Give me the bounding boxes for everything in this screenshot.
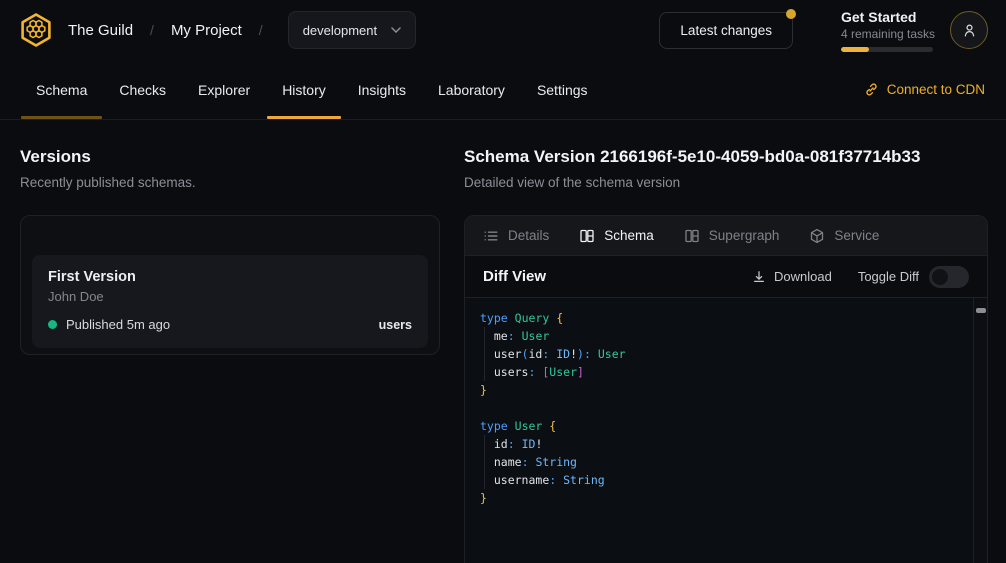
code-line: id: ID! bbox=[480, 435, 967, 453]
nav-tab-laboratory[interactable]: Laboratory bbox=[423, 60, 520, 119]
detail-tab-label: Schema bbox=[604, 228, 654, 243]
main-nav: SchemaChecksExplorerHistoryInsightsLabor… bbox=[0, 60, 1006, 120]
detail-tab-label: Supergraph bbox=[709, 228, 780, 243]
columns-icon bbox=[579, 228, 595, 244]
breadcrumb: The Guild / My Project / development bbox=[68, 11, 416, 49]
diff-view-title: Diff View bbox=[483, 268, 546, 285]
target-dropdown[interactable]: development bbox=[288, 11, 416, 49]
version-list-item[interactable]: First Version John Doe Published 5m ago … bbox=[32, 255, 428, 348]
notification-dot bbox=[786, 9, 796, 19]
detail-tab-label: Details bbox=[508, 228, 549, 243]
get-started-title: Get Started bbox=[841, 9, 938, 25]
download-label: Download bbox=[774, 269, 832, 284]
code-line: type User { bbox=[480, 417, 967, 435]
detail-tab-details[interactable]: Details bbox=[483, 228, 549, 244]
latest-changes-label: Latest changes bbox=[680, 23, 772, 38]
connect-to-cdn-link[interactable]: Connect to CDN bbox=[864, 60, 985, 119]
header-right: Latest changes Get Started 4 remaining t… bbox=[659, 9, 988, 52]
version-meta-row: Published 5m ago users bbox=[48, 317, 412, 332]
nav-tab-checks[interactable]: Checks bbox=[104, 60, 181, 119]
chevron-down-icon bbox=[391, 27, 401, 33]
indent-guide bbox=[484, 327, 485, 381]
progress-fill bbox=[841, 47, 869, 52]
scrollbar-thumb[interactable] bbox=[976, 308, 986, 313]
published-status-dot bbox=[48, 320, 57, 329]
versions-panel: Versions Recently published schemas. Fir… bbox=[20, 147, 440, 355]
code-line: me: User bbox=[480, 327, 967, 345]
avatar-button[interactable] bbox=[950, 11, 988, 49]
diff-actions: Download Toggle Diff bbox=[752, 266, 969, 288]
connect-to-cdn-label: Connect to CDN bbox=[887, 82, 985, 97]
code-line: name: String bbox=[480, 453, 967, 471]
code-line: username: String bbox=[480, 471, 967, 489]
version-name: First Version bbox=[48, 269, 412, 285]
latest-changes-button[interactable]: Latest changes bbox=[659, 12, 793, 49]
indent-guide bbox=[484, 435, 485, 489]
nav-tabs: SchemaChecksExplorerHistoryInsightsLabor… bbox=[21, 60, 603, 119]
service-badge: users bbox=[379, 318, 412, 332]
switch-knob bbox=[932, 269, 948, 285]
detail-tabs: Details Schema Supergraph Service bbox=[465, 216, 987, 256]
toggle-diff-label: Toggle Diff bbox=[858, 269, 919, 284]
code-lines: type Query { me: User user(id: ID!): Use… bbox=[480, 309, 967, 507]
breadcrumb-separator: / bbox=[259, 22, 263, 38]
detail-tab-supergraph[interactable]: Supergraph bbox=[684, 228, 780, 244]
code-line: users: [User] bbox=[480, 363, 967, 381]
link-icon bbox=[864, 82, 879, 97]
code-line: } bbox=[480, 489, 967, 507]
nav-tab-settings[interactable]: Settings bbox=[522, 60, 603, 119]
version-detail-card: Details Schema Supergraph Service Diff View… bbox=[464, 215, 988, 563]
breadcrumb-project[interactable]: My Project bbox=[171, 22, 242, 39]
download-icon bbox=[752, 270, 766, 284]
code-scrollbar[interactable] bbox=[973, 298, 987, 563]
user-icon bbox=[961, 22, 978, 39]
versions-title: Versions bbox=[20, 147, 440, 167]
nav-tab-explorer[interactable]: Explorer bbox=[183, 60, 265, 119]
version-detail-panel: Schema Version 2166196f-5e10-4059-bd0a-0… bbox=[464, 147, 988, 563]
version-detail-title: Schema Version 2166196f-5e10-4059-bd0a-0… bbox=[464, 147, 988, 167]
breadcrumb-org[interactable]: The Guild bbox=[68, 22, 133, 39]
detail-tab-label: Service bbox=[834, 228, 879, 243]
get-started-widget[interactable]: Get Started 4 remaining tasks bbox=[841, 9, 938, 52]
versions-subtitle: Recently published schemas. bbox=[20, 175, 440, 190]
nav-tab-history[interactable]: History bbox=[267, 60, 341, 119]
nav-tab-insights[interactable]: Insights bbox=[343, 60, 421, 119]
versions-list-card: First Version John Doe Published 5m ago … bbox=[20, 215, 440, 355]
hive-honeycomb-icon[interactable] bbox=[18, 12, 54, 48]
code-line: user(id: ID!): User bbox=[480, 345, 967, 363]
columns-icon bbox=[684, 228, 700, 244]
schema-code-viewer[interactable]: type Query { me: User user(id: ID!): Use… bbox=[465, 298, 987, 563]
code-line: type Query { bbox=[480, 309, 967, 327]
code-line bbox=[480, 399, 967, 417]
app-header: The Guild / My Project / development Lat… bbox=[0, 0, 1006, 60]
diff-toolbar: Diff View Download Toggle Diff bbox=[465, 256, 987, 298]
toggle-diff-group: Toggle Diff bbox=[858, 266, 969, 288]
target-dropdown-value: development bbox=[303, 23, 377, 38]
cube-icon bbox=[809, 228, 825, 244]
version-author: John Doe bbox=[48, 289, 412, 304]
detail-tab-service[interactable]: Service bbox=[809, 228, 879, 244]
detail-tab-schema[interactable]: Schema bbox=[579, 228, 654, 244]
get-started-progress-track bbox=[841, 47, 933, 52]
code-line: } bbox=[480, 381, 967, 399]
download-button[interactable]: Download bbox=[752, 269, 832, 284]
breadcrumb-separator: / bbox=[150, 22, 154, 38]
get-started-subtitle: 4 remaining tasks bbox=[841, 27, 938, 41]
published-status-text: Published 5m ago bbox=[66, 317, 170, 332]
nav-tab-schema[interactable]: Schema bbox=[21, 60, 102, 119]
version-detail-subtitle: Detailed view of the schema version bbox=[464, 175, 988, 190]
toggle-diff-switch[interactable] bbox=[929, 266, 969, 288]
list-icon bbox=[483, 228, 499, 244]
